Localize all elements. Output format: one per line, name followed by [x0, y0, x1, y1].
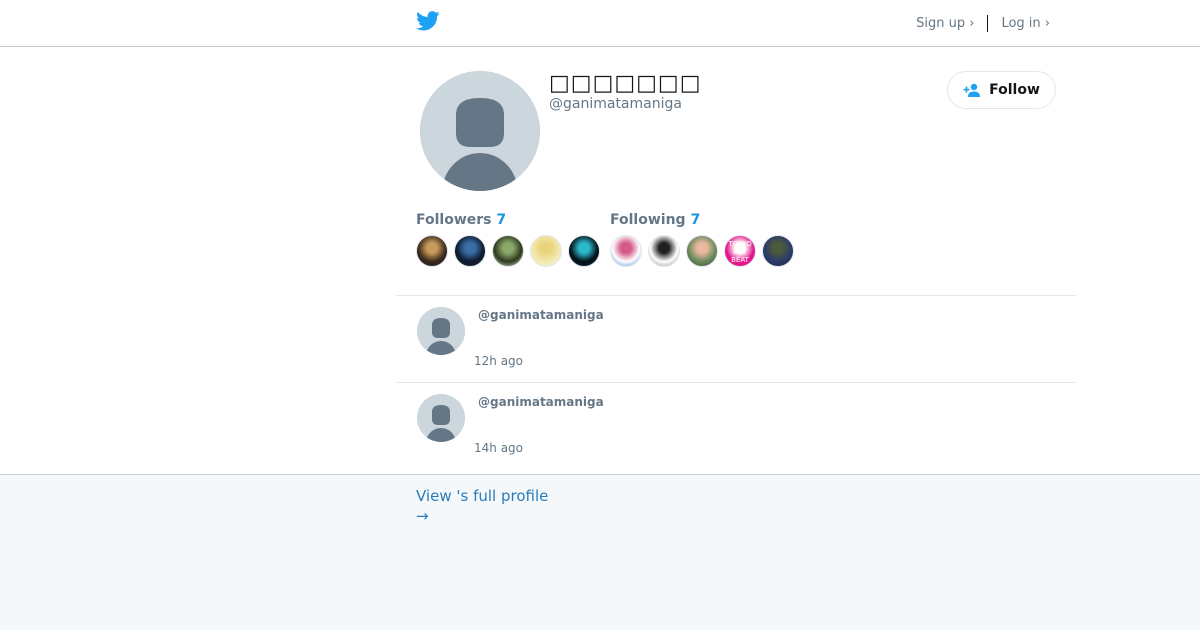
following-avatar[interactable]: [686, 235, 718, 267]
tweet-avatar[interactable]: [417, 307, 465, 355]
nav-divider: [987, 15, 989, 32]
display-name: □□□□□□□: [549, 71, 702, 96]
profile-card: □□□□□□□ @ganimatamaniga Follow Followers…: [396, 47, 1076, 474]
tweet-timestamp[interactable]: 12h ago: [474, 354, 523, 368]
following-stat[interactable]: Following 7: [610, 212, 700, 228]
following-avatar[interactable]: TOKYO ART BEAT: [724, 235, 756, 267]
follow-label: Follow: [989, 82, 1040, 98]
profile-avatar[interactable]: [420, 71, 540, 191]
tweet-handle[interactable]: @ganimatamaniga: [478, 395, 604, 409]
login-link[interactable]: Log in ›: [1001, 16, 1050, 31]
divider: [396, 382, 1076, 383]
following-avatar[interactable]: [610, 235, 642, 267]
default-avatar-icon: [417, 394, 465, 442]
top-nav: Sign up › Log in ›: [916, 15, 1050, 32]
following-avatar[interactable]: [648, 235, 680, 267]
top-bar: Sign up › Log in ›: [0, 0, 1200, 47]
follower-avatar[interactable]: [530, 235, 562, 267]
followers-stat[interactable]: Followers 7: [416, 212, 506, 228]
followers-count: 7: [496, 212, 507, 228]
signup-link[interactable]: Sign up ›: [916, 16, 974, 31]
tweet-avatar[interactable]: [417, 394, 465, 442]
divider: [396, 295, 1076, 296]
default-avatar-icon: [420, 71, 540, 191]
arrow-right-icon: →: [416, 507, 429, 525]
follower-avatar[interactable]: [568, 235, 600, 267]
followers-avatars: [416, 235, 600, 267]
followers-label: Followers: [416, 212, 492, 228]
follower-avatar[interactable]: [416, 235, 448, 267]
tweet-handle[interactable]: @ganimatamaniga: [478, 308, 604, 322]
view-full-profile-link[interactable]: View 's full profile →: [416, 486, 548, 526]
footer: View 's full profile →: [0, 474, 1200, 630]
tweet-timestamp[interactable]: 14h ago: [474, 441, 523, 455]
add-user-icon: [963, 83, 981, 97]
profile-handle: @ganimatamaniga: [549, 96, 682, 112]
avatar-text: TOKYO ART BEAT: [728, 240, 752, 264]
following-avatars: TOKYO ART BEAT: [610, 235, 794, 267]
view-profile-label: View 's full profile: [416, 487, 549, 505]
following-label: Following: [610, 212, 686, 228]
follow-button[interactable]: Follow: [947, 71, 1056, 109]
twitter-bird-icon[interactable]: [416, 10, 440, 32]
default-avatar-icon: [417, 307, 465, 355]
following-avatar[interactable]: [762, 235, 794, 267]
follower-avatar[interactable]: [454, 235, 486, 267]
follower-avatar[interactable]: [492, 235, 524, 267]
following-count: 7: [690, 212, 701, 228]
